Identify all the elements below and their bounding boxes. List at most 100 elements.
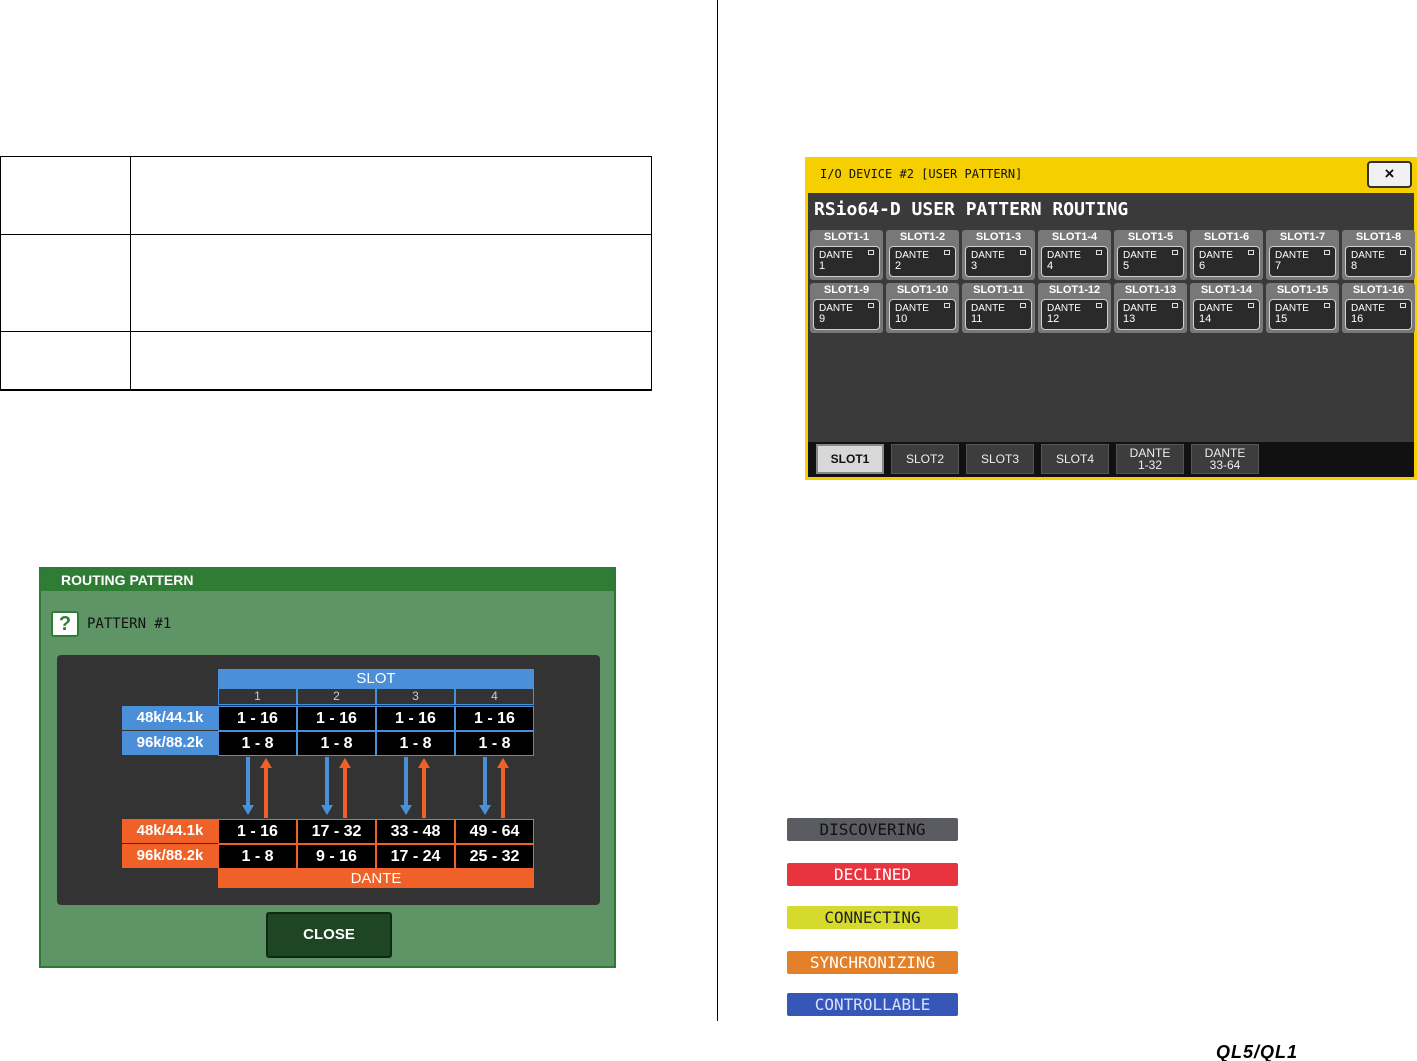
table-row: [1, 332, 651, 390]
popup-icon: [944, 250, 950, 255]
slot-name: SLOT1-13: [1124, 284, 1177, 296]
popup-icon: [1020, 250, 1026, 255]
popup-icon: [1096, 250, 1102, 255]
assign-number: 3: [971, 260, 978, 272]
slot-assign-button[interactable]: DANTE 2: [889, 246, 956, 277]
slot-assign-button[interactable]: DANTE 12: [1041, 299, 1108, 330]
assign-number: 16: [1351, 313, 1364, 325]
slot-name: SLOT1-15: [1276, 284, 1329, 296]
popup-icon: [1324, 303, 1330, 308]
slot-tile: SLOT1-4 DANTE 4: [1038, 230, 1111, 280]
slot-name: SLOT1-4: [1051, 231, 1098, 243]
tab-5[interactable]: DANTE 1-32: [1116, 444, 1184, 474]
assign-number: 4: [1047, 260, 1054, 272]
status-badge-connecting: CONNECTING: [787, 906, 958, 929]
slot-assign-button[interactable]: DANTE 16: [1345, 299, 1412, 330]
slot-assign-button[interactable]: DANTE 8: [1345, 246, 1412, 277]
dante-footer: DANTE: [218, 869, 534, 888]
tab-6[interactable]: DANTE 33-64: [1191, 444, 1259, 474]
slot-tile: SLOT1-7 DANTE 7: [1266, 230, 1339, 280]
spec-table: [0, 156, 652, 391]
down-arrow-icon: [242, 757, 491, 815]
slot-assign-button[interactable]: DANTE 7: [1269, 246, 1336, 277]
slot-name: SLOT1-7: [1279, 231, 1326, 243]
assign-number: 6: [1199, 260, 1206, 272]
slot-name: SLOT1-14: [1200, 284, 1253, 296]
dante-cell: 49 - 64: [455, 819, 534, 844]
dante-cell: 1 - 16: [218, 819, 297, 844]
slot-name: SLOT1-6: [1203, 231, 1250, 243]
slot-tile: SLOT1-11 DANTE 11: [962, 283, 1035, 333]
slot-tile: SLOT1-15 DANTE 15: [1266, 283, 1339, 333]
close-icon[interactable]: ×: [1367, 161, 1412, 188]
table-row: [1, 157, 651, 235]
assign-number: 9: [819, 313, 826, 325]
slot-assign-button[interactable]: DANTE 15: [1269, 299, 1336, 330]
slot-tile: SLOT1-1 DANTE 1: [810, 230, 883, 280]
page-title: RSio64-D USER PATTERN ROUTING: [814, 199, 1129, 220]
up-arrow-icon: [260, 758, 509, 818]
close-button[interactable]: CLOSE: [266, 912, 392, 958]
assign-number: 5: [1123, 260, 1130, 272]
window-title: I/O DEVICE #2 [USER PATTERN]: [820, 167, 1023, 181]
tab-2[interactable]: SLOT2: [891, 444, 959, 474]
slot-assign-button[interactable]: DANTE 5: [1117, 246, 1184, 277]
slot-assign-button[interactable]: DANTE 9: [813, 299, 880, 330]
slot-tile: SLOT1-10 DANTE 10: [886, 283, 959, 333]
slot-assign-button[interactable]: DANTE 3: [965, 246, 1032, 277]
slot-name: SLOT1-2: [899, 231, 946, 243]
assign-number: 13: [1123, 313, 1136, 325]
page-column-divider: [717, 0, 718, 1021]
routing-panel: RSio64-D USER PATTERN ROUTING SLOT1-1 DAN…: [808, 193, 1415, 477]
dante-cell: 17 - 24: [376, 844, 455, 869]
slot-name: SLOT1-11: [973, 284, 1024, 296]
slot-assign-button[interactable]: DANTE 13: [1117, 299, 1184, 330]
slot-tile: SLOT1-13 DANTE 13: [1114, 283, 1187, 333]
status-badge-declined: DECLINED: [787, 863, 958, 886]
slot-tabbar: SLOT1 SLOT2 SLOT3 SLOT4 DANTE 1-32 DANTE 33-6…: [808, 442, 1414, 477]
dante-cell: 33 - 48: [376, 819, 455, 844]
slot-tile: SLOT1-9 DANTE 9: [810, 283, 883, 333]
slot-assign-button[interactable]: DANTE 11: [965, 299, 1032, 330]
slot-tile: SLOT1-14 DANTE 14: [1190, 283, 1263, 333]
dante-cell: 17 - 32: [297, 819, 376, 844]
tab-1[interactable]: SLOT1: [816, 444, 884, 474]
slot-name: SLOT1-10: [896, 284, 949, 296]
slot-tile: SLOT1-8 DANTE 8: [1342, 230, 1415, 280]
help-icon[interactable]: ?: [51, 611, 79, 637]
popup-icon: [868, 250, 874, 255]
popup-icon: [1400, 250, 1406, 255]
slot-name: SLOT1-3: [975, 231, 1022, 243]
user-pattern-window: I/O DEVICE #2 [USER PATTERN] × RSio64-D …: [805, 157, 1417, 480]
popup-icon: [944, 303, 950, 308]
popup-icon: [1172, 303, 1178, 308]
dante-cell: 1 - 8: [218, 844, 297, 869]
slot-name: SLOT1-16: [1352, 284, 1405, 296]
popup-icon: [1172, 250, 1178, 255]
slot-tile: SLOT1-16 DANTE 16: [1342, 283, 1415, 333]
slot-assign-button[interactable]: DANTE 14: [1193, 299, 1260, 330]
routing-diagram: SLOT 1 2 3 4 48k/44.1k 96k/88.2k 1 - 16 …: [57, 655, 600, 905]
slot-name: SLOT1-9: [823, 284, 870, 296]
slot-assign-button[interactable]: DANTE 4: [1041, 246, 1108, 277]
slot-assign-button[interactable]: DANTE 1: [813, 246, 880, 277]
slot-tile: SLOT1-5 DANTE 5: [1114, 230, 1187, 280]
slot-assign-button[interactable]: DANTE 10: [889, 299, 956, 330]
slot-name: SLOT1-8: [1355, 231, 1402, 243]
tab-3[interactable]: SLOT3: [966, 444, 1034, 474]
assign-number: 1: [819, 260, 826, 272]
popup-icon: [1324, 250, 1330, 255]
popup-icon: [1020, 303, 1026, 308]
routing-pattern-window: ROUTING PATTERN ? PATTERN #1 SLOT 1 2 3 …: [39, 567, 616, 968]
assign-number: 15: [1275, 313, 1288, 325]
slot-name: SLOT1-1: [823, 231, 870, 243]
tab-4[interactable]: SLOT4: [1041, 444, 1109, 474]
assign-number: 14: [1199, 313, 1212, 325]
assign-number: 12: [1047, 313, 1060, 325]
assign-number: 11: [971, 313, 983, 325]
popup-icon: [1400, 303, 1406, 308]
assign-number: 10: [895, 313, 908, 325]
slot-assign-button[interactable]: DANTE 6: [1193, 246, 1260, 277]
slot-tile: SLOT1-2 DANTE 2: [886, 230, 959, 280]
assign-number: 7: [1275, 260, 1282, 272]
